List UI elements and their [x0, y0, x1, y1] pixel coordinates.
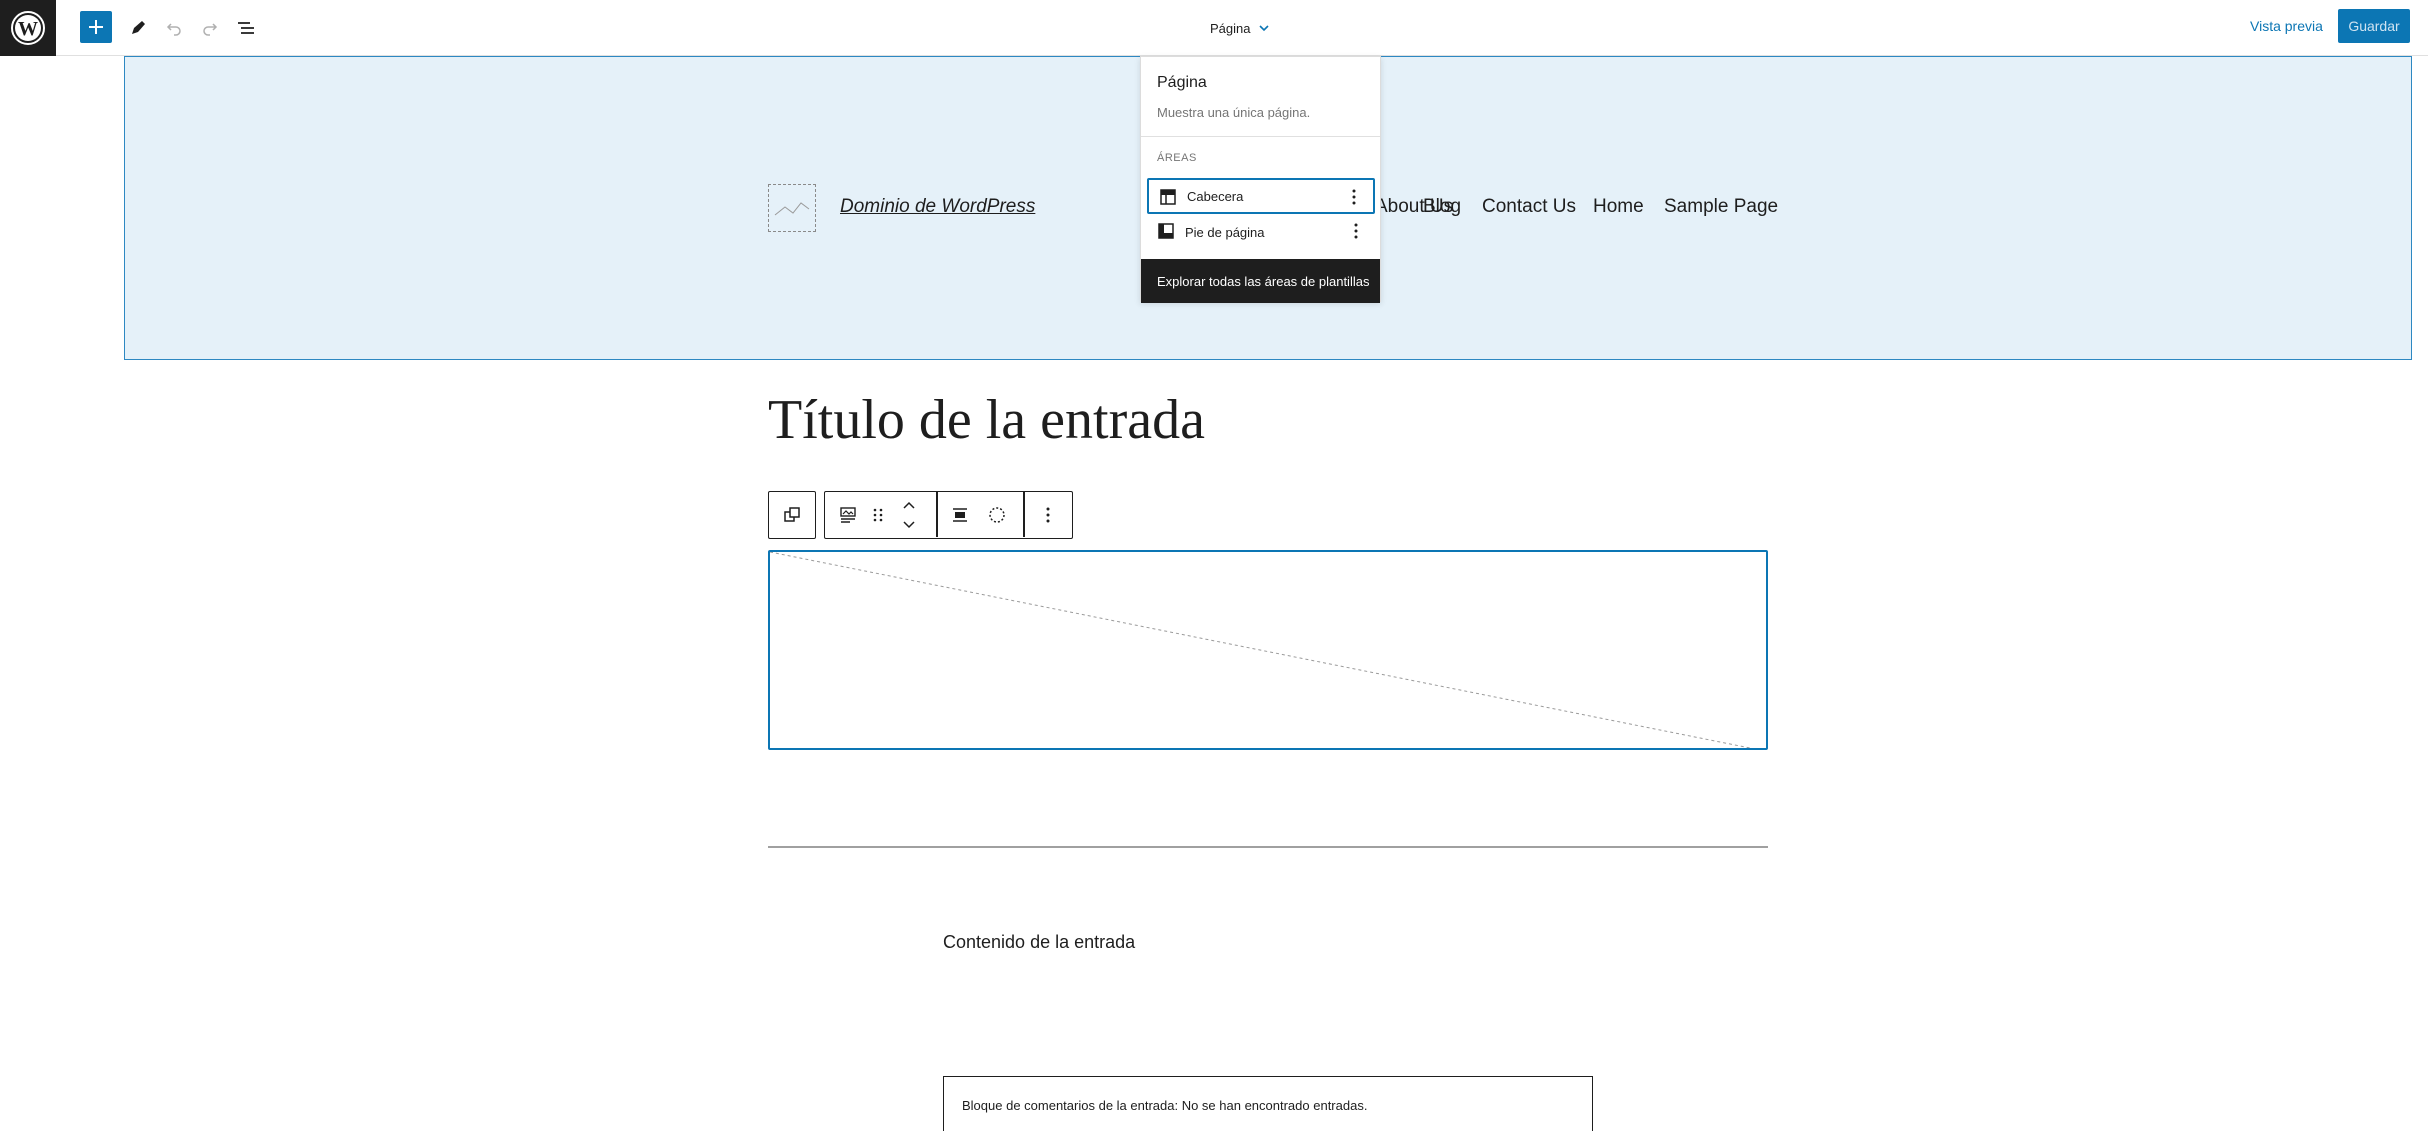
preview-button[interactable]: Vista previa [2250, 18, 2323, 34]
image-placeholder-icon [774, 202, 810, 216]
site-title[interactable]: Dominio de WordPress [840, 196, 1035, 218]
toolbar-divider [1023, 492, 1025, 537]
add-block-button[interactable] [80, 11, 112, 43]
edit-tools-button[interactable] [120, 10, 156, 46]
area-item-footer[interactable]: Pie de página [1147, 214, 1375, 250]
wordpress-logo-icon[interactable]: W [0, 0, 56, 56]
post-title[interactable]: Título de la entrada [768, 388, 1205, 452]
more-options-icon[interactable] [1347, 222, 1365, 240]
block-toolbar [824, 491, 1073, 539]
align-center-icon[interactable] [949, 504, 971, 526]
explore-template-areas-button[interactable]: Explorar todas las áreas de plantillas [1141, 259, 1380, 303]
template-details-popover: Página Muestra una única página. ÁREAS C… [1140, 56, 1381, 303]
list-view-button[interactable] [228, 10, 264, 46]
editor-top-bar: W Página Vista previa Guardar [0, 0, 2428, 56]
placeholder-diagonal [770, 552, 1753, 748]
move-up-down-icon[interactable] [898, 498, 920, 532]
more-options-icon[interactable] [1345, 188, 1363, 206]
popover-description: Muestra una única página. [1157, 105, 1311, 120]
nav-item[interactable]: Contact Us [1482, 196, 1576, 218]
nav-item[interactable]: Home [1593, 196, 1644, 218]
areas-section-label: ÁREAS [1157, 152, 1197, 164]
parent-block-icon [784, 507, 800, 522]
post-comments-block[interactable]: Bloque de comentarios de la entrada: No … [943, 1076, 1593, 1131]
select-parent-button[interactable] [768, 491, 816, 539]
area-item-label: Cabecera [1187, 188, 1244, 204]
comments-placeholder-text: Bloque de comentarios de la entrada: No … [962, 1098, 1368, 1113]
popover-title: Página [1157, 74, 1207, 91]
drag-handle-icon[interactable] [867, 504, 889, 526]
nav-item[interactable]: Blog [1423, 196, 1461, 218]
featured-image-block[interactable] [768, 550, 1768, 750]
chevron-down-icon [1259, 25, 1270, 32]
separator-block[interactable] [768, 846, 1768, 848]
area-item-label: Pie de página [1185, 224, 1265, 240]
save-button[interactable]: Guardar [2338, 9, 2410, 43]
redo-button[interactable] [192, 10, 228, 46]
featured-image-icon[interactable] [837, 504, 859, 526]
template-selector[interactable]: Página [1210, 16, 1270, 40]
nav-item[interactable]: Sample Page [1664, 196, 1778, 218]
footer-layout-icon [1158, 223, 1174, 239]
svg-text:W: W [18, 18, 38, 40]
header-layout-icon [1160, 189, 1176, 205]
duotone-filter-icon[interactable] [986, 504, 1008, 526]
area-item-header[interactable]: Cabecera [1147, 178, 1375, 214]
site-logo-placeholder[interactable] [768, 184, 816, 232]
toolbar-divider [936, 492, 938, 537]
post-content-block[interactable]: Contenido de la entrada [943, 932, 1135, 953]
undo-button[interactable] [156, 10, 192, 46]
popover-divider [1141, 136, 1380, 137]
template-name-label: Página [1210, 20, 1251, 36]
more-options-icon[interactable] [1037, 504, 1059, 526]
